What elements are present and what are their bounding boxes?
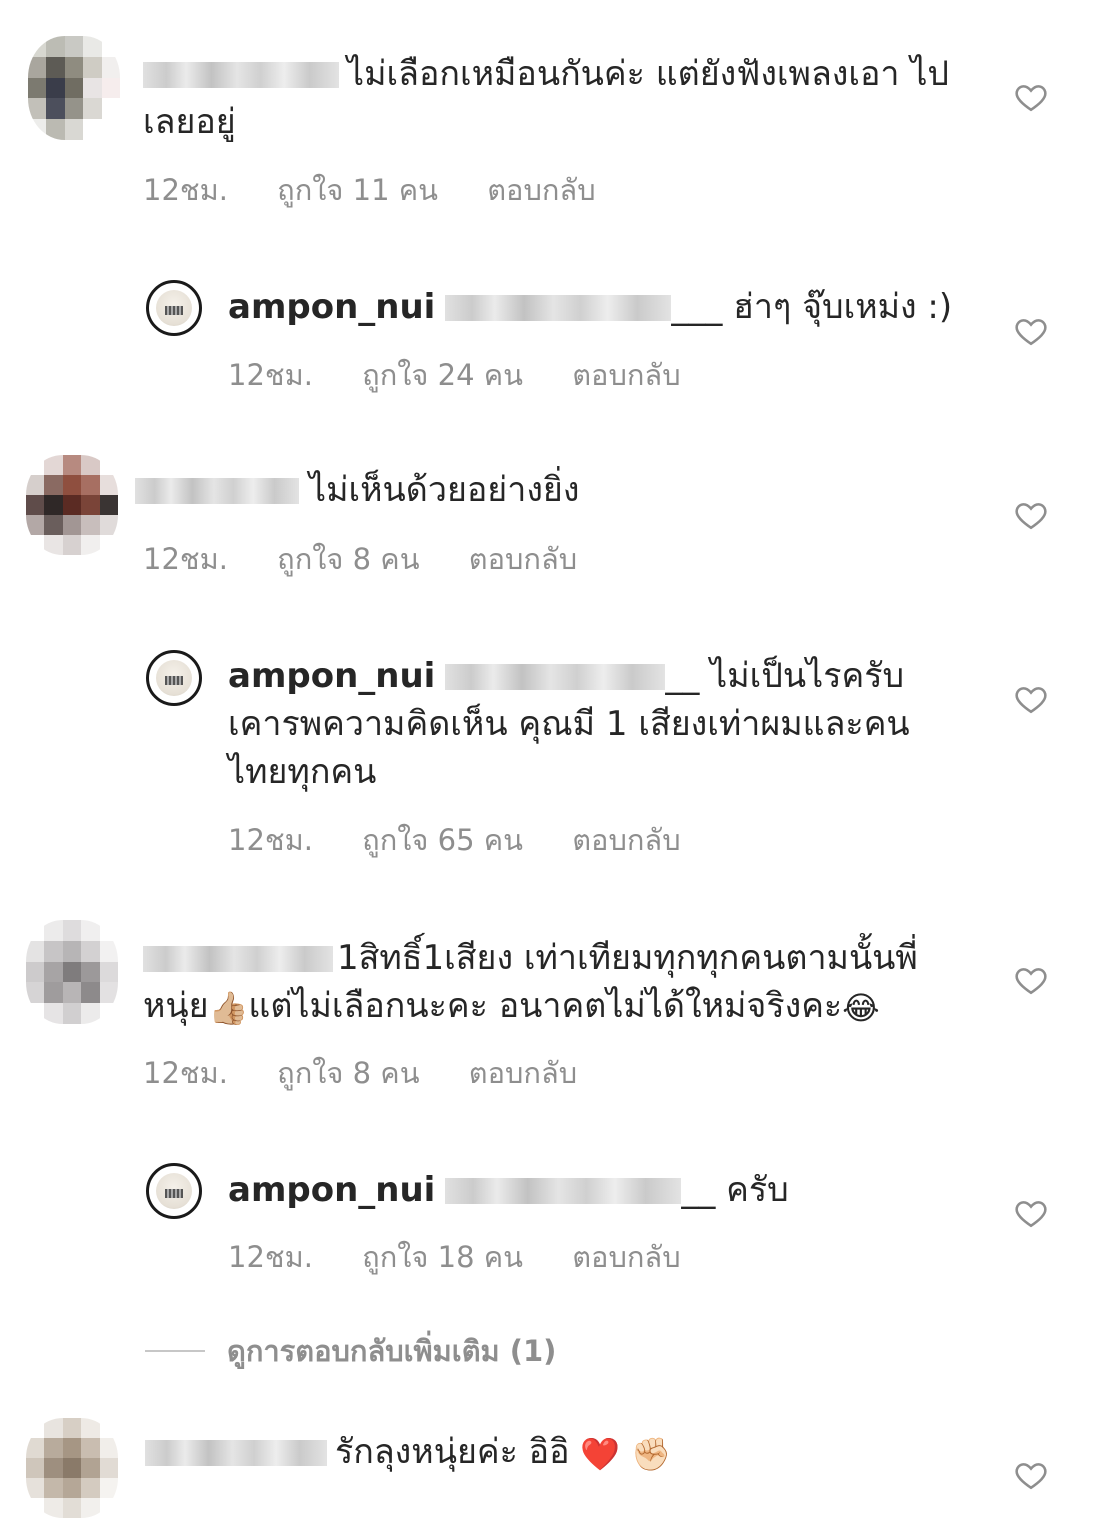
heart-outline-icon[interactable]	[1014, 1458, 1048, 1492]
comment-text: รักลุงหนุ่ยค่ะ อิอิ ❤️ ✊🏻	[145, 1428, 965, 1478]
heart-outline-icon[interactable]	[1014, 1196, 1048, 1230]
username[interactable]: ampon_nui	[228, 287, 435, 327]
blurred-username[interactable]	[143, 946, 333, 972]
comment-meta: 12ชม. ถูกใจ 18 คน ตอบกลับ	[228, 1234, 721, 1280]
commenter-avatar[interactable]	[26, 1418, 118, 1518]
raised-fist-emoji: ✊🏻	[630, 1435, 671, 1473]
commenter-avatar[interactable]	[26, 455, 118, 555]
view-more-label: ดูการตอบกลับเพิ่มเติม (1)	[227, 1334, 557, 1368]
ampon-nui-avatar[interactable]	[146, 650, 202, 706]
timestamp: 12ชม.	[228, 823, 313, 857]
comment-meta: 12ชม. ถูกใจ 65 คน ตอบกลับ	[228, 817, 721, 863]
comment-meta: 12ชม. ถูกใจ 24 คน ตอบกลับ	[228, 352, 721, 398]
commenter-avatar[interactable]	[28, 36, 120, 140]
timestamp: 12ชม.	[228, 1240, 313, 1274]
like-count[interactable]: ถูกใจ 11 คน	[277, 173, 438, 207]
laughing-emoji: 😂	[842, 989, 880, 1027]
divider-line	[145, 1350, 205, 1352]
comment-text: ampon_nui __ ไม่เป็นไรครับ เคารพความคิดเห…	[228, 652, 988, 796]
like-count[interactable]: ถูกใจ 8 คน	[277, 1056, 419, 1090]
blurred-mention[interactable]	[445, 295, 672, 321]
reply-button[interactable]: ตอบกลับ	[487, 173, 595, 207]
timestamp: 12ชม.	[143, 542, 228, 576]
reply-button[interactable]: ตอบกลับ	[572, 823, 680, 857]
username[interactable]: ampon_nui	[228, 1170, 435, 1210]
comment-text: ampon_nui ___ ฮ่าๆ จุ๊บเหม่ง :)	[228, 287, 953, 327]
reply-button[interactable]: ตอบกลับ	[572, 358, 680, 392]
red-heart-emoji: ❤️	[580, 1435, 621, 1473]
timestamp: 12ชม.	[228, 358, 313, 392]
comment-text-line: ไทยทุกคน	[228, 752, 377, 792]
like-count[interactable]: ถูกใจ 65 คน	[362, 823, 523, 857]
comment-meta: 12ชม. ถูกใจ 11 คน ตอบกลับ	[143, 167, 636, 213]
commenter-avatar[interactable]	[26, 920, 118, 1024]
like-count[interactable]: ถูกใจ 18 คน	[362, 1240, 523, 1274]
reply-button[interactable]: ตอบกลับ	[469, 1056, 577, 1090]
view-more-replies-button[interactable]: ดูการตอบกลับเพิ่มเติม (1)	[145, 1328, 556, 1374]
blurred-username[interactable]	[135, 478, 299, 504]
reply-button[interactable]: ตอบกลับ	[469, 542, 577, 576]
comment-text: ampon_nui __ ครับ	[228, 1170, 789, 1210]
comment-meta: 12ชม. ถูกใจ 8 คน ตอบกลับ	[143, 1050, 617, 1096]
heart-outline-icon[interactable]	[1014, 314, 1048, 348]
blurred-username[interactable]	[143, 62, 339, 88]
comment-meta: 12ชม. ถูกใจ 8 คน ตอบกลับ	[143, 536, 617, 582]
blurred-username[interactable]	[145, 1440, 327, 1466]
like-count[interactable]: ถูกใจ 8 คน	[277, 542, 419, 576]
username[interactable]: ampon_nui	[228, 656, 435, 696]
ampon-nui-avatar[interactable]	[146, 280, 202, 336]
heart-outline-icon[interactable]	[1014, 963, 1048, 997]
thumbs-up-emoji: 👍🏼	[208, 989, 249, 1027]
comment-text: ไม่เห็นด้วยอย่างยิ่ง	[135, 466, 955, 514]
heart-outline-icon[interactable]	[1014, 498, 1048, 532]
ampon-nui-avatar[interactable]	[146, 1163, 202, 1219]
timestamp: 12ชม.	[143, 1056, 228, 1090]
comment-text-line: เคารพความคิดเห็น คุณมี 1 เสียงเท่าผมและค…	[228, 704, 910, 744]
blurred-mention[interactable]	[445, 664, 666, 690]
reply-button[interactable]: ตอบกลับ	[572, 1240, 680, 1274]
heart-outline-icon[interactable]	[1014, 682, 1048, 716]
heart-outline-icon[interactable]	[1014, 80, 1048, 114]
comment-text: ไม่เลือกเหมือนกันค่ะ แต่ยังฟังเพลงเอา ไป…	[143, 54, 950, 142]
timestamp: 12ชม.	[143, 173, 228, 207]
like-count[interactable]: ถูกใจ 24 คน	[362, 358, 523, 392]
blurred-mention[interactable]	[445, 1178, 682, 1204]
comment-text: 1สิทธิ์1เสียง เท่าเทียมทุกทุกคนตามนั้นพี…	[143, 938, 918, 1027]
